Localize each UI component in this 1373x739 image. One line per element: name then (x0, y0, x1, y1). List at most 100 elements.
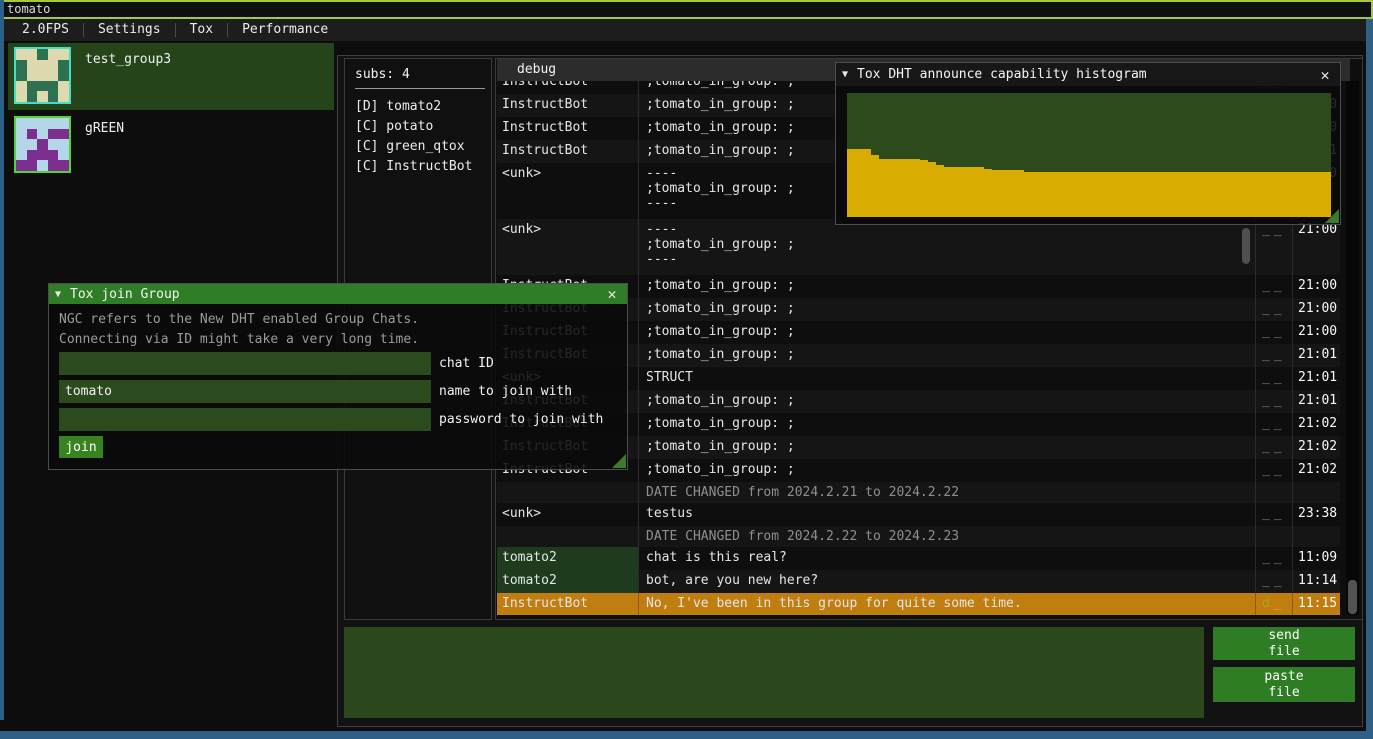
menu-item-tox[interactable]: Tox (176, 19, 227, 41)
group-name: test_group3 (85, 52, 171, 110)
message-author: InstructBot (497, 81, 639, 94)
menu-item-2-0fps: 2.0FPS (8, 19, 83, 41)
member-item-InstructBot[interactable]: [C] InstructBot (355, 157, 491, 177)
resize-grip[interactable] (1325, 209, 1339, 223)
dht-histogram-titlebar[interactable]: ▼ Tox DHT announce capability histogram … (836, 63, 1340, 86)
message-author: InstructBot (497, 140, 639, 163)
date-changed-row[interactable]: DATE CHANGED from 2024.2.22 to 2024.2.23 (497, 526, 1340, 547)
resize-grip[interactable] (612, 454, 626, 468)
histogram-bar (1000, 170, 1008, 217)
group-avatar-icon (14, 116, 71, 173)
message-flags (1256, 482, 1293, 503)
join-note-1: NGC refers to the New DHT enabled Group … (59, 312, 419, 327)
window-titlebar[interactable]: tomato (0, 0, 1373, 19)
histogram-bar (936, 165, 944, 217)
chat-inner-scrollbar-thumb[interactable] (1242, 228, 1250, 264)
message-text: ;tomato_in_group: ; (639, 344, 1256, 367)
collapse-icon[interactable]: ▼ (842, 69, 848, 80)
group-item-test_group3[interactable]: test_group3 (8, 43, 334, 110)
histogram-bar (1307, 172, 1315, 217)
histogram-bar (1266, 172, 1274, 217)
histogram-bar (847, 149, 855, 217)
histogram-bar (1202, 172, 1210, 217)
join-password-label: password to join with (439, 412, 603, 427)
paste-file-button[interactable]: paste file (1213, 667, 1355, 702)
message-flags: __ (1256, 390, 1293, 413)
message-flags: __ (1256, 344, 1293, 367)
histogram-bar (1073, 172, 1081, 217)
join-password-input[interactable] (59, 408, 431, 431)
message-flags: __ (1256, 436, 1293, 459)
menu-item-settings[interactable]: Settings (84, 19, 175, 41)
histogram-bar (1049, 172, 1057, 217)
chat-message-row[interactable]: tomato2chat is this real?__11:09 (497, 547, 1340, 570)
histogram-bar (879, 159, 887, 217)
dht-histogram-title: Tox DHT announce capability histogram (857, 67, 1316, 82)
close-icon[interactable]: ✕ (603, 285, 621, 303)
menu-bar: 2.0FPSSettingsToxPerformance (4, 19, 1366, 41)
histogram-bar (1242, 172, 1250, 217)
message-author: tomato2 (497, 547, 639, 570)
message-flags: __ (1256, 275, 1293, 298)
message-author: <unk> (497, 219, 639, 275)
message-flags: __ (1256, 570, 1293, 593)
message-author (497, 482, 639, 503)
collapse-icon[interactable]: ▼ (55, 289, 61, 300)
send-file-button[interactable]: send file (1213, 627, 1355, 660)
histogram-bar (912, 159, 920, 217)
close-icon[interactable]: ✕ (1316, 66, 1334, 84)
histogram-bar (1016, 170, 1024, 217)
message-text: ;tomato_in_group: ; (639, 413, 1256, 436)
group-item-gREEN[interactable]: gREEN (8, 112, 334, 179)
histogram-bar (1194, 172, 1202, 217)
message-timestamp: 21:00 (1293, 275, 1340, 298)
group-name: gREEN (85, 121, 124, 179)
histogram-bar (960, 167, 968, 217)
join-group-titlebar[interactable]: ▼ Tox join Group ✕ (49, 284, 627, 304)
chat-scrollbar[interactable] (1346, 81, 1359, 615)
chat-message-row[interactable]: InstructBotNo, I've been in this group f… (497, 593, 1340, 615)
histogram-bar (1081, 172, 1089, 217)
histogram-bar (944, 167, 952, 217)
message-text: bot, are you new here? (639, 570, 1256, 593)
message-timestamp: 21:01 (1293, 390, 1340, 413)
histogram-bar (1161, 172, 1169, 217)
window-edge-bottom (0, 731, 1373, 739)
message-author: tomato2 (497, 570, 639, 593)
message-author: InstructBot (497, 117, 639, 140)
join-button[interactable]: join (59, 436, 103, 458)
menu-item-performance[interactable]: Performance (228, 19, 342, 41)
message-author: InstructBot (497, 593, 639, 615)
histogram-bar (1210, 172, 1218, 217)
join-name-label: name to join with (439, 384, 572, 399)
paste-file-label-line1: paste (1264, 669, 1303, 684)
histogram-bar (1145, 172, 1153, 217)
member-item-tomato2[interactable]: [D] tomato2 (355, 97, 491, 117)
message-text: ----;tomato_in_group: ;---- (639, 219, 1256, 275)
chat-message-row[interactable]: <unk>----;tomato_in_group: ;----__21:00 (497, 219, 1340, 275)
message-flags: __ (1256, 219, 1293, 275)
message-timestamp: 21:00 (1293, 298, 1340, 321)
histogram-bar (976, 167, 984, 217)
date-changed-row[interactable]: DATE CHANGED from 2024.2.21 to 2024.2.22 (497, 482, 1340, 503)
join-group-window: ▼ Tox join Group ✕ NGC refers to the New… (48, 283, 628, 470)
date-changed-text: DATE CHANGED from 2024.2.22 to 2024.2.23 (639, 526, 1256, 547)
member-item-potato[interactable]: [C] potato (355, 117, 491, 137)
message-flags: d_ (1256, 593, 1293, 615)
join-name-input[interactable] (59, 380, 431, 403)
histogram-bar (1218, 172, 1226, 217)
message-flags: __ (1256, 459, 1293, 482)
chat-id-input[interactable] (59, 352, 431, 375)
chat-message-row[interactable]: <unk>testus__23:38 (497, 503, 1340, 526)
chat-scrollbar-thumb[interactable] (1348, 580, 1357, 614)
histogram-bar (1315, 172, 1323, 217)
message-text: ;tomato_in_group: ; (639, 390, 1256, 413)
member-item-green_qtox[interactable]: [C] green_qtox (355, 137, 491, 157)
message-text: ;tomato_in_group: ; (639, 298, 1256, 321)
histogram-bar (1299, 172, 1307, 217)
message-input[interactable] (344, 627, 1204, 718)
message-timestamp: 21:02 (1293, 436, 1340, 459)
chat-message-row[interactable]: tomato2bot, are you new here?__11:14 (497, 570, 1340, 593)
message-flags: __ (1256, 547, 1293, 570)
histogram-bar (928, 162, 936, 217)
